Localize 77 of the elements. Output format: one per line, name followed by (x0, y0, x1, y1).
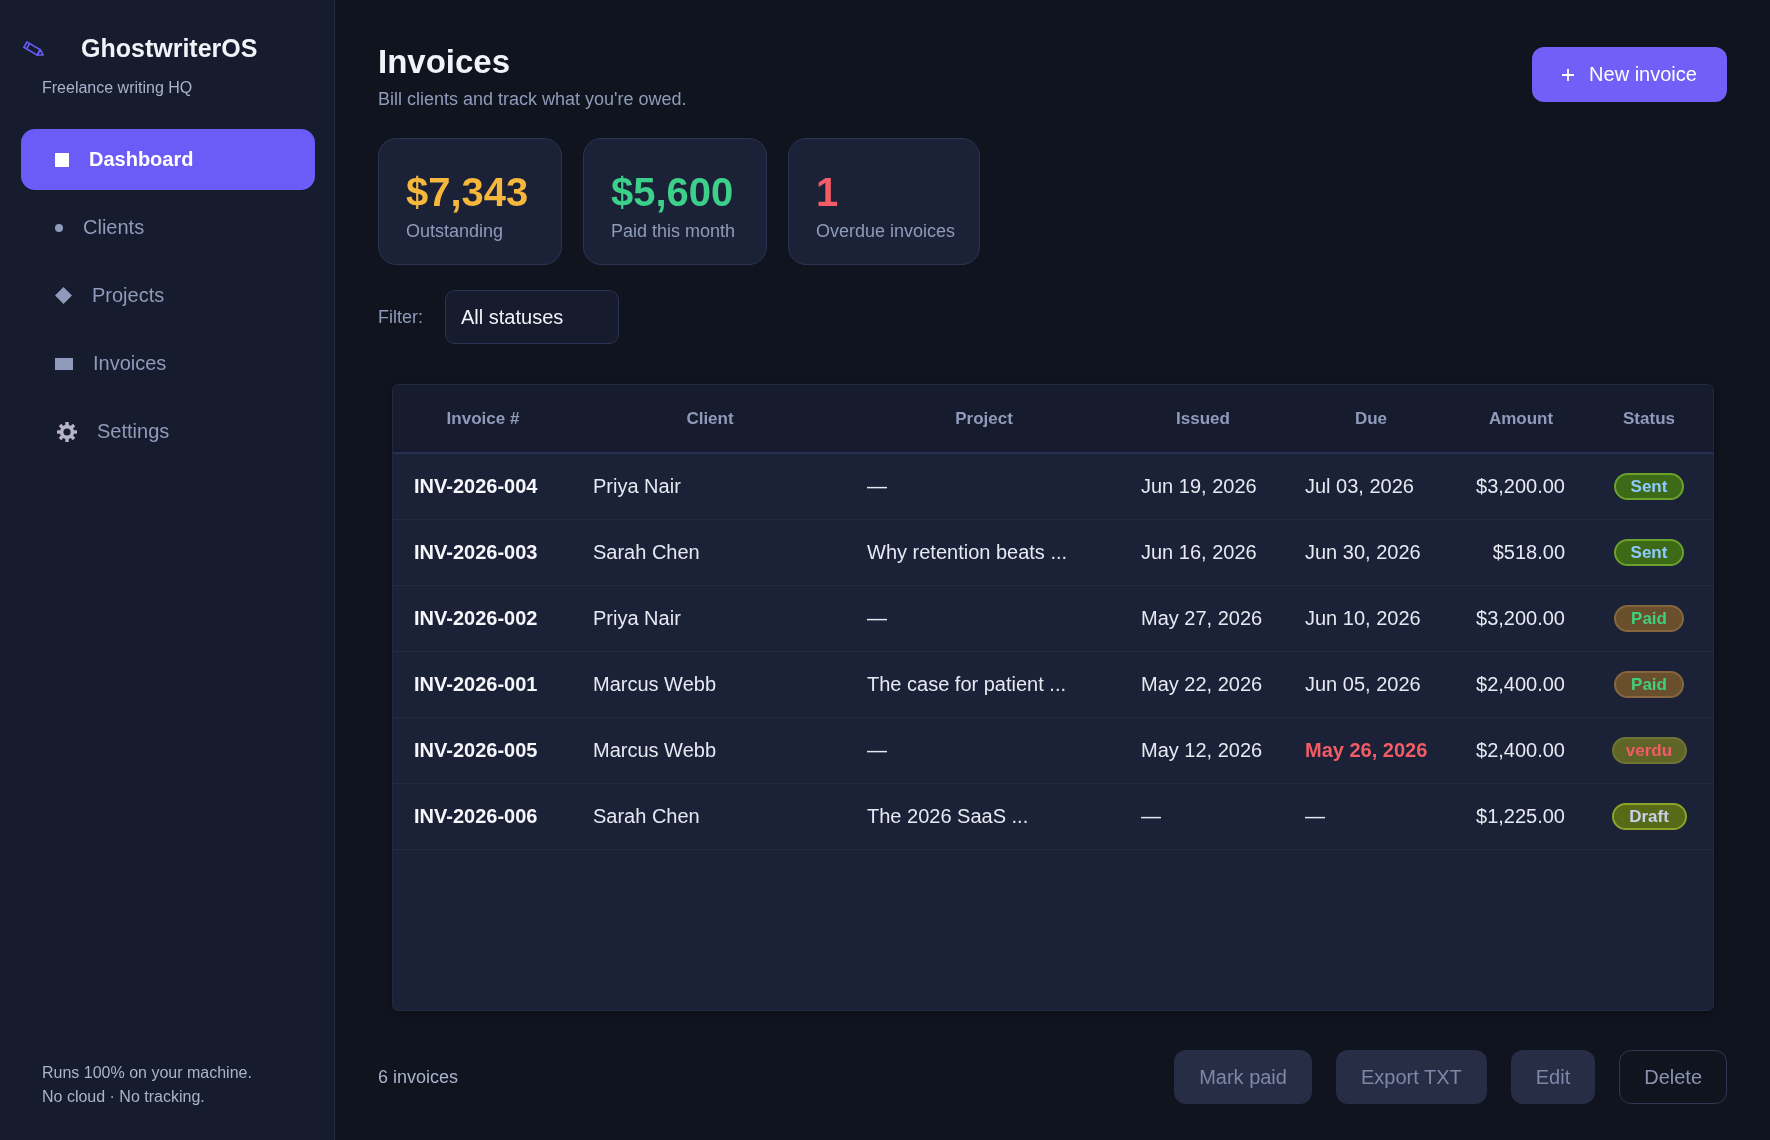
dot-icon (55, 223, 63, 232)
table-cell-text: INV-2026-001 (413, 673, 539, 696)
diamond-icon (55, 287, 72, 304)
nav-item[interactable]: Invoices (21, 333, 315, 394)
table-cell-text: INV-2026-006 (413, 805, 539, 828)
table-cell-text: The 2026 SaaS ... (866, 805, 1030, 828)
status-badge: Paid (1614, 671, 1684, 698)
table-cell-text: — (866, 739, 888, 762)
table-cell-text: Jun 05, 2026 (1304, 673, 1422, 696)
nav-item[interactable]: Settings (21, 401, 315, 462)
table-cell-text: Jun 30, 2026 (1304, 541, 1422, 564)
table-cell-text: $3,200.00 (1475, 607, 1566, 630)
page-subtitle: Bill clients and track what you're owed. (378, 88, 687, 111)
status-badge: verdu (1611, 737, 1687, 764)
stat-label: Outstanding (406, 220, 504, 243)
table-cell-text: INV-2026-005 (413, 739, 539, 762)
table-cell-text: — (1304, 805, 1326, 828)
gear-icon (57, 421, 77, 442)
status-badge: Paid (1614, 605, 1684, 632)
table-cell-text: — (866, 475, 888, 498)
pencil-icon (23, 40, 44, 56)
table-cell-text: Marcus Webb (592, 739, 717, 762)
column-header: Issued (1175, 408, 1231, 429)
column-header: Status (1622, 408, 1676, 429)
table-cell-text: INV-2026-004 (413, 475, 539, 498)
rectangle-icon (55, 357, 73, 370)
table-cell-text: May 27, 2026 (1140, 607, 1264, 630)
table-cell-text: Jun 10, 2026 (1304, 607, 1422, 630)
table-cell-text: Jul 03, 2026 (1304, 475, 1415, 498)
table-cell-text: — (866, 607, 888, 630)
stat-label: Overdue invoices (816, 220, 956, 243)
table-cell-text: Sarah Chen (592, 541, 701, 564)
table-cell-text: Why retention beats ... (866, 541, 1069, 564)
table-cell-text: Priya Nair (592, 475, 682, 498)
table-cell-text: $1,225.00 (1475, 805, 1566, 828)
invoice-count: 6 invoices (378, 1066, 459, 1088)
column-header: Invoice # (445, 408, 521, 429)
column-header: Due (1353, 408, 1389, 429)
table-cell-text: May 22, 2026 (1140, 673, 1264, 696)
table-cell-text: Priya Nair (592, 607, 682, 630)
status-badge: Sent (1614, 473, 1684, 500)
column-header: Project (954, 408, 1014, 429)
status-badge: Sent (1614, 539, 1684, 566)
table-cell-text: $2,400.00 (1475, 739, 1566, 762)
table-cell-text: Sarah Chen (592, 805, 701, 828)
table-cell-text: Jun 16, 2026 (1140, 541, 1258, 564)
page-title: Invoices (378, 42, 511, 82)
status-badge: Draft (1611, 803, 1687, 830)
table-cell-text: $3,200.00 (1475, 475, 1566, 498)
table-cell-text: $2,400.00 (1475, 673, 1566, 696)
stat-value: $7,343 (406, 169, 529, 215)
table-cell-text: Jun 19, 2026 (1140, 475, 1258, 498)
column-header: Client (685, 408, 735, 429)
table-cell-text: May 26, 2026 (1304, 739, 1429, 762)
table-cell-text: — (1140, 805, 1162, 828)
plus-icon (1562, 68, 1575, 81)
table-cell-text: May 12, 2026 (1140, 739, 1264, 762)
table-cell-text: The case for patient ... (866, 673, 1067, 696)
stat-value: 1 (816, 169, 839, 215)
column-header: Amount (1487, 408, 1555, 429)
app-tagline: Freelance writing HQ (42, 78, 193, 98)
filter-label: Filter: (378, 306, 423, 328)
table-cell-text: INV-2026-003 (413, 541, 539, 564)
footer-note: No cloud · No tracking. (42, 1087, 205, 1107)
stat-value: $5,600 (611, 169, 734, 215)
footer-note: Runs 100% on your machine. (42, 1063, 252, 1083)
new-invoice-button[interactable]: New invoice (1532, 47, 1727, 102)
nav-item[interactable]: Dashboard (21, 129, 315, 190)
status-select[interactable]: All statuses (445, 290, 619, 344)
square-icon (55, 152, 69, 167)
nav-item[interactable]: Projects (21, 265, 315, 326)
table-cell-text: $518.00 (1491, 541, 1566, 564)
table-cell-text: INV-2026-002 (413, 607, 539, 630)
app-name: GhostwriterOS (81, 34, 258, 62)
nav-item[interactable]: Clients (21, 197, 315, 258)
stat-label: Paid this month (611, 220, 736, 243)
table-cell-text: Marcus Webb (592, 673, 717, 696)
